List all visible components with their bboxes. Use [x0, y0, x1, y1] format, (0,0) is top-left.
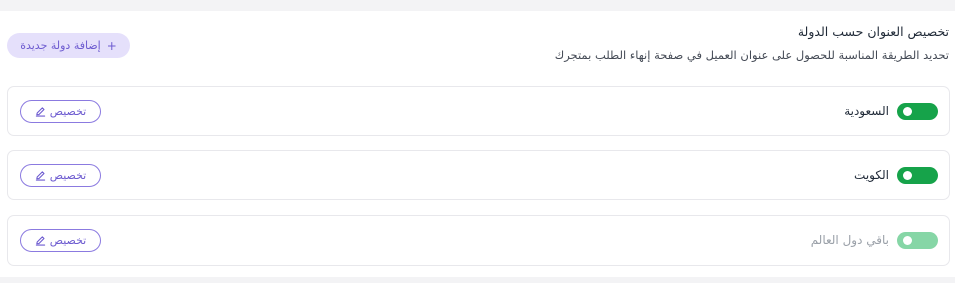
- pencil-icon: [35, 106, 46, 117]
- pencil-icon: [35, 235, 46, 246]
- country-name: باقي دول العالم: [810, 233, 889, 247]
- add-country-button-label: إضافة دولة جديدة: [20, 39, 101, 52]
- customize-button[interactable]: تخصيص: [20, 164, 101, 187]
- country-toggle[interactable]: [897, 167, 938, 184]
- country-row: باقي دول العالم تخصيص: [7, 215, 950, 266]
- plus-icon: +: [106, 38, 117, 53]
- customize-button-label: تخصيص: [49, 234, 87, 247]
- customize-button-label: تخصيص: [49, 169, 87, 182]
- add-country-button[interactable]: + إضافة دولة جديدة: [7, 33, 130, 58]
- customize-button-label: تخصيص: [49, 105, 87, 118]
- country-toggle[interactable]: [897, 103, 938, 120]
- toggle-knob: [903, 107, 912, 116]
- section-title: تخصيص العنوان حسب الدولة: [797, 24, 949, 39]
- toggle-knob: [903, 171, 912, 180]
- country-name: السعودية: [844, 104, 889, 118]
- country-row: الكويت تخصيص: [7, 150, 950, 200]
- country-row: السعودية تخصيص: [7, 86, 950, 136]
- customize-button[interactable]: تخصيص: [20, 229, 101, 252]
- address-settings-panel: تخصيص العنوان حسب الدولة تحديد الطريقة ا…: [0, 11, 955, 277]
- country-toggle[interactable]: [897, 232, 938, 249]
- toggle-knob: [903, 236, 912, 245]
- section-description: تحديد الطريقة المناسبة للحصول على عنوان …: [554, 48, 949, 62]
- country-name: الكويت: [854, 168, 889, 182]
- customize-button[interactable]: تخصيص: [20, 100, 101, 123]
- pencil-icon: [35, 170, 46, 181]
